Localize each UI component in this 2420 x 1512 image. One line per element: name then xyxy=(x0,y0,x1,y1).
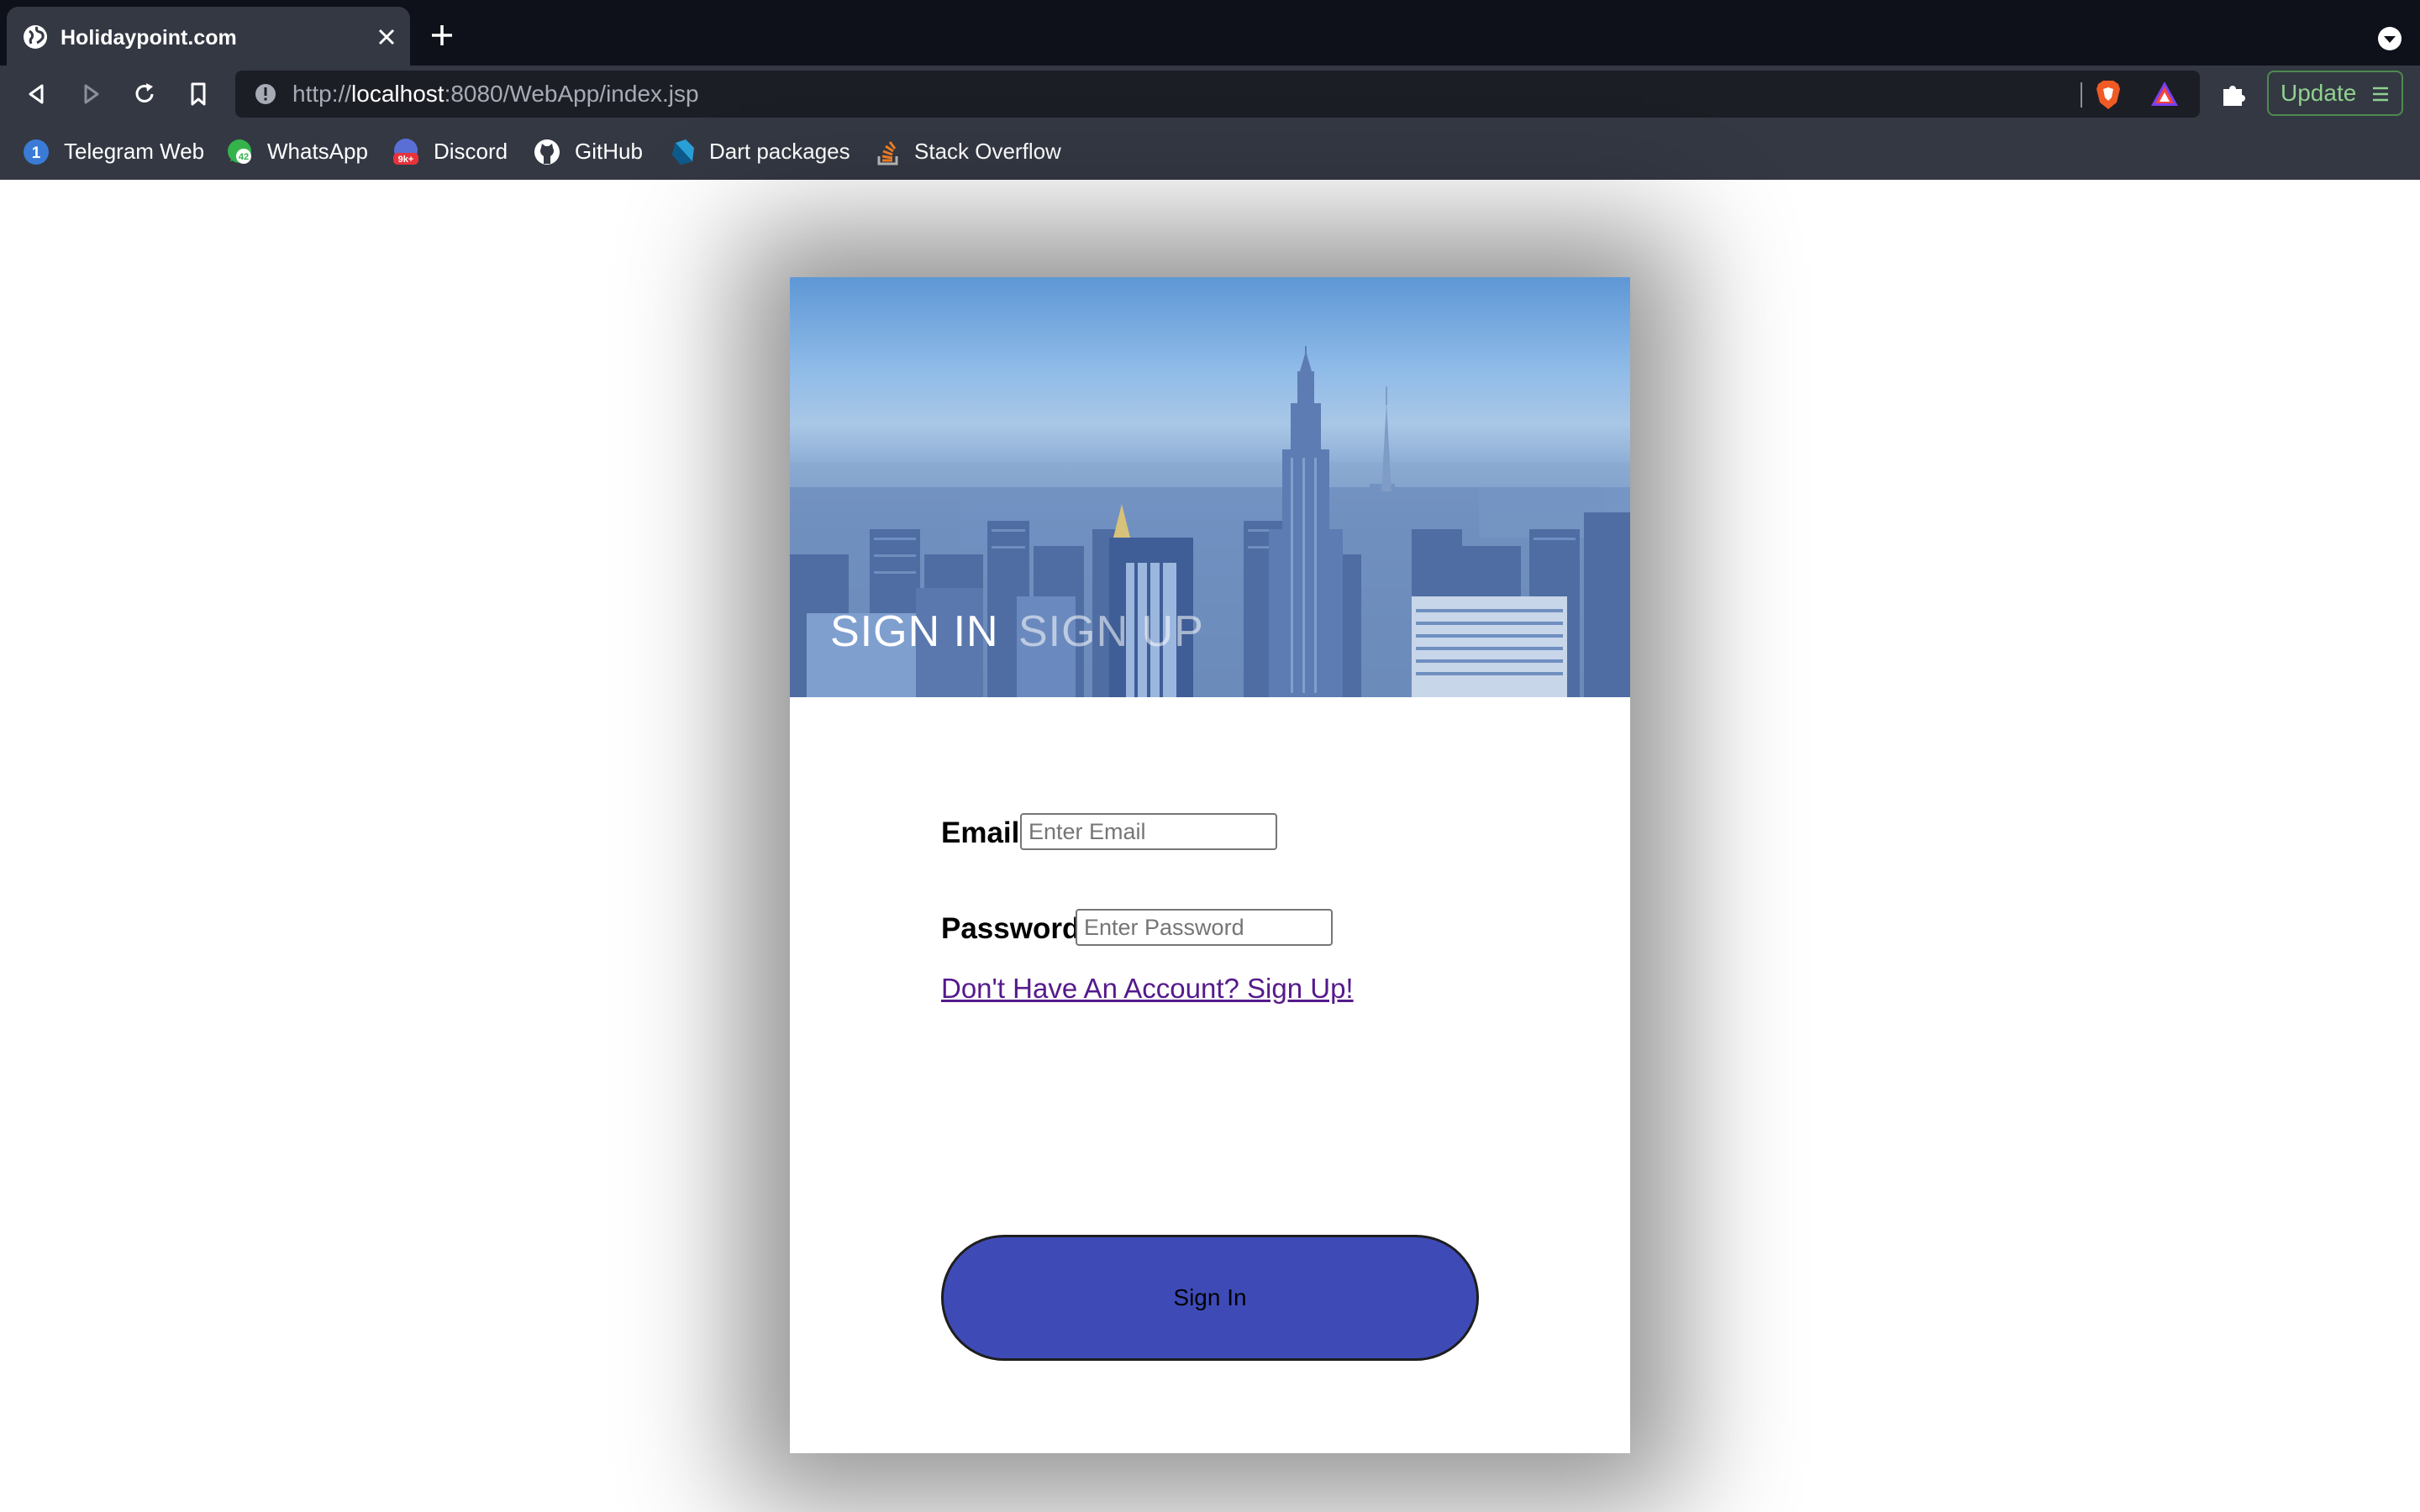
bookmark-discord[interactable]: 9k+ Discord xyxy=(392,134,509,168)
bookmark-whatsapp[interactable]: 42 WhatsApp xyxy=(225,134,368,168)
password-label: Password xyxy=(941,912,1081,945)
whatsapp-icon: 42 xyxy=(228,139,251,164)
bookmarks-bar: 1 Telegram Web 42 WhatsApp 9k+ Discord G… xyxy=(0,123,2420,180)
tab-sign-in[interactable]: SIGN IN xyxy=(830,606,999,657)
bookmark-label: GitHub xyxy=(575,139,643,164)
stackoverflow-icon xyxy=(877,141,898,165)
discord-icon: 9k+ xyxy=(393,139,418,165)
password-field[interactable] xyxy=(1076,909,1333,946)
bookmark-icon[interactable] xyxy=(183,79,213,109)
menu-icon xyxy=(2373,87,2388,102)
back-icon[interactable] xyxy=(22,79,52,109)
new-tab-icon[interactable] xyxy=(427,20,457,50)
rewards-triangle-icon[interactable] xyxy=(2149,79,2180,109)
email-field[interactable] xyxy=(1020,813,1277,850)
github-icon xyxy=(534,139,560,165)
tab-sign-up[interactable]: SIGN UP xyxy=(1018,606,1204,657)
update-button[interactable]: Update xyxy=(2267,71,2403,116)
close-icon[interactable] xyxy=(371,22,402,52)
browser-tab[interactable]: Holidaypoint.com xyxy=(7,7,410,66)
divider xyxy=(2081,82,2082,108)
info-icon[interactable] xyxy=(254,82,277,106)
url-host: localhost xyxy=(351,81,445,107)
bookmark-label: Stack Overflow xyxy=(914,139,1061,164)
forward-icon[interactable] xyxy=(76,79,106,109)
browser-toolbar: http://localhost:8080/WebApp/index.jsp U… xyxy=(0,66,2420,123)
password-row: Password xyxy=(941,909,1445,949)
bookmark-telegram[interactable]: 1 Telegram Web xyxy=(22,134,205,168)
extensions-icon[interactable] xyxy=(2218,79,2249,109)
telegram-badge: 1 xyxy=(32,144,41,162)
city-skyline-banner: SIGN IN SIGN UP xyxy=(790,277,1630,697)
signup-link[interactable]: Don't Have An Account? Sign Up! xyxy=(941,973,1354,1005)
telegram-icon: 1 xyxy=(24,139,49,165)
email-row: Email xyxy=(941,813,1445,853)
globe-icon xyxy=(24,25,47,49)
bookmark-label: Telegram Web xyxy=(64,139,205,164)
url-scheme: http:// xyxy=(292,81,352,107)
url-path: :8080/WebApp/index.jsp xyxy=(444,81,699,107)
reload-icon[interactable] xyxy=(129,79,160,109)
bookmark-label: WhatsApp xyxy=(267,139,368,164)
tab-title: Holidaypoint.com xyxy=(60,26,237,50)
url-text: http://localhost:8080/WebApp/index.jsp xyxy=(292,71,699,118)
bookmark-stack-overflow[interactable]: Stack Overflow xyxy=(874,134,1062,168)
bookmark-dart-packages[interactable]: Dart packages xyxy=(669,134,850,168)
email-label: Email xyxy=(941,816,1020,849)
sign-in-button[interactable]: Sign In xyxy=(941,1235,1479,1361)
discord-badge: 9k+ xyxy=(398,155,414,165)
bookmark-label: Dart packages xyxy=(709,139,850,164)
login-card: SIGN IN SIGN UP Email Password Don't Hav… xyxy=(790,277,1630,1453)
bookmark-label: Discord xyxy=(434,139,508,164)
whatsapp-badge: 42 xyxy=(239,152,249,162)
bookmark-github[interactable]: GitHub xyxy=(533,134,644,168)
address-bar[interactable]: http://localhost:8080/WebApp/index.jsp xyxy=(235,71,2200,118)
brave-shield-icon[interactable] xyxy=(2094,79,2123,111)
chevron-down-icon[interactable] xyxy=(2376,25,2403,52)
tab-strip: Holidaypoint.com xyxy=(0,0,2420,66)
update-label: Update xyxy=(2281,80,2357,106)
dart-icon xyxy=(672,139,694,165)
